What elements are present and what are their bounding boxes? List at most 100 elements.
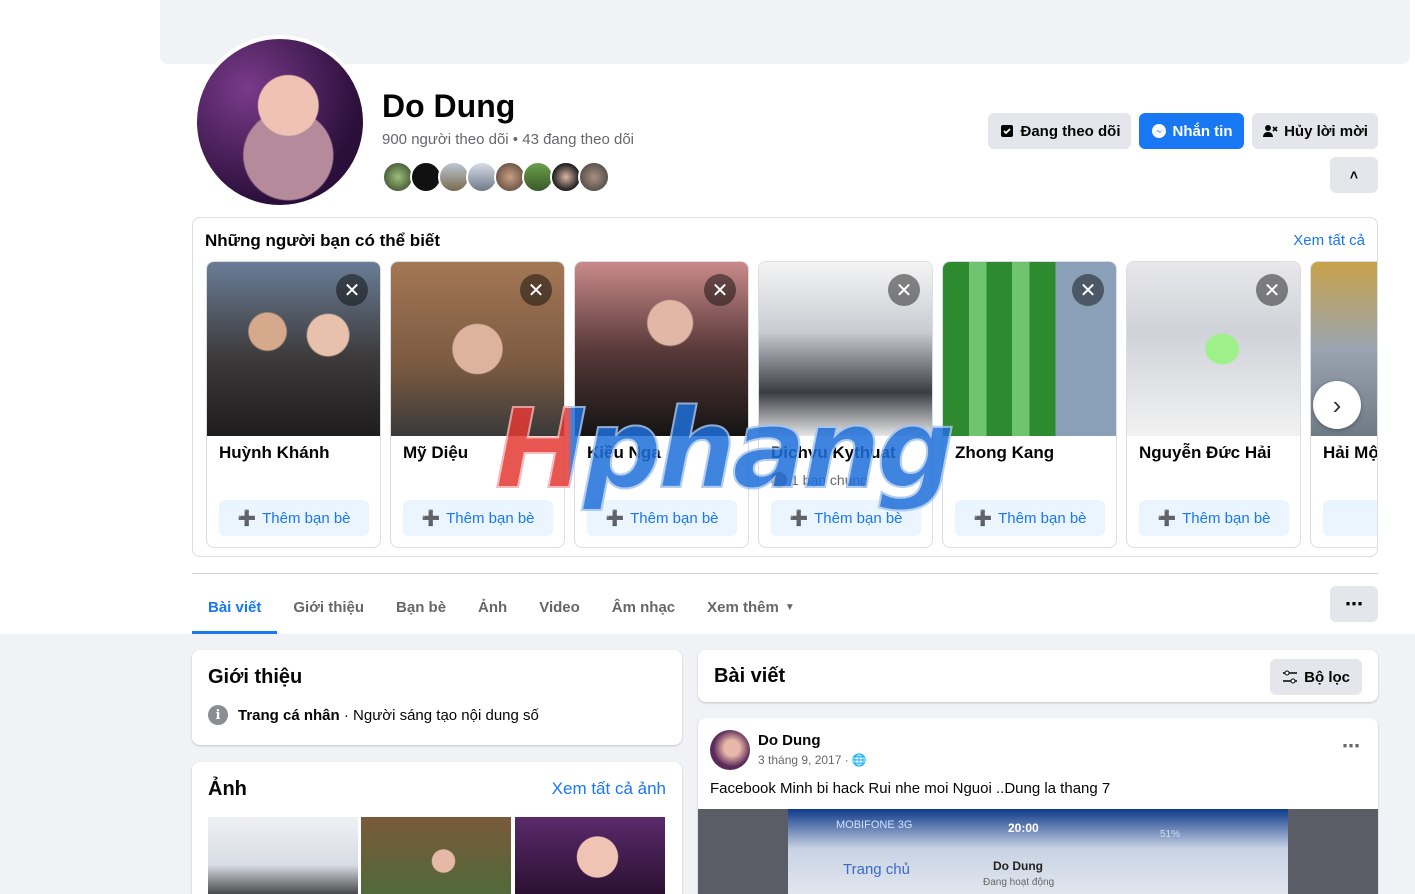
photos-see-all-link[interactable]: Xem tất cả ảnh [552, 779, 666, 799]
chevron-up-icon: ˄ [1349, 167, 1359, 183]
filter-button[interactable]: Bộ lọc [1270, 659, 1362, 695]
user-cancel-icon [1263, 125, 1278, 137]
post-image[interactable]: MOBIFONE 3G 20:00 51% Trang chủ Do Dung … [698, 809, 1378, 894]
profile-avatar[interactable] [193, 35, 367, 209]
tab-more[interactable]: Xem thêm ▼ [691, 580, 811, 634]
add-friend-icon: ➕ [237, 510, 257, 527]
cancel-request-label: Hủy lời mời [1284, 122, 1368, 140]
more-options-button[interactable]: ⋯ [1330, 586, 1378, 622]
post-card: Do Dung 3 tháng 9, 2017 · 🌐 ⋯ Facebook M… [698, 718, 1378, 894]
add-friend-label: Thêm bạn bè [1182, 509, 1271, 527]
add-friend-icon: ➕ [1377, 509, 1378, 527]
pymk-card-name[interactable]: Mỹ Diệu [403, 443, 468, 463]
phone-screenshot: MOBIFONE 3G 20:00 51% Trang chủ Do Dung … [788, 809, 1288, 894]
tab-friends[interactable]: Bạn bè [380, 580, 462, 634]
close-icon[interactable]: ✕ [888, 274, 920, 306]
pymk-card-name[interactable]: Nguyễn Đức Hải [1139, 443, 1271, 463]
photos-title: Ảnh [208, 778, 247, 800]
pymk-card[interactable]: ✕ Zhong Kang ➕ Thêm bạn bè [942, 261, 1117, 548]
posts-header-panel: Bài viết Bộ lọc [698, 650, 1378, 702]
photo-thumbnail[interactable] [515, 817, 665, 894]
add-friend-icon: ➕ [605, 510, 625, 527]
intro-title: Giới thiệu [208, 666, 303, 688]
following-check-icon [1000, 125, 1013, 137]
avatar[interactable] [710, 730, 750, 770]
filter-icon [1283, 670, 1298, 684]
close-icon[interactable]: ✕ [520, 274, 552, 306]
pymk-card-name[interactable]: Hải Mộ [1323, 443, 1377, 463]
info-icon: i [208, 705, 228, 725]
photos-panel: Ảnh Xem tất cả ảnh [192, 762, 682, 894]
collapse-button[interactable]: ˄ [1330, 157, 1378, 193]
message-button[interactable]: Nhắn tin [1139, 113, 1244, 149]
add-friend-button[interactable]: ➕ Thêm bạn bè [1139, 500, 1289, 536]
post-date[interactable]: 3 tháng 9, 2017 · [758, 753, 849, 767]
add-friend-button[interactable]: ➕ Thêm bạn bè [587, 500, 737, 536]
message-label: Nhắn tin [1172, 122, 1233, 140]
close-icon[interactable]: ✕ [1072, 274, 1104, 306]
pymk-card-name[interactable]: Zhong Kang [955, 443, 1054, 463]
pymk-card[interactable]: ✕ Kiều Nga ➕ Thêm bạn bè [574, 261, 749, 548]
pymk-card[interactable]: ✕ Huỳnh Khánh ➕ Thêm bạn bè [206, 261, 381, 548]
pymk-card[interactable]: ✕ Dichvu Kythuat 1 bạn chung ➕ Thêm bạn b… [758, 261, 933, 548]
pymk-card[interactable]: ✕ Nguyễn Đức Hải ➕ Thêm bạn bè [1126, 261, 1301, 548]
pymk-see-all-link[interactable]: Xem tất cả [1293, 232, 1365, 249]
add-friend-button[interactable]: ➕ Thêm bạn bè [403, 500, 553, 536]
divider [192, 573, 1378, 574]
pymk-card-name[interactable]: Dichvu Kythuat [771, 443, 896, 463]
pymk-title: Những người bạn có thể biết [205, 231, 441, 250]
globe-icon: 🌐 [851, 753, 867, 767]
add-friend-label: Thêm bạn bè [446, 509, 535, 527]
chevron-right-icon: › [1332, 389, 1342, 420]
post-meta: 3 tháng 9, 2017 · 🌐 [758, 753, 867, 767]
intro-panel: Giới thiệu i Trang cá nhân · Người sáng … [192, 650, 682, 745]
next-arrow-button[interactable]: › [1313, 381, 1361, 429]
following-button[interactable]: Đang theo dõi [988, 113, 1131, 149]
add-friend-icon: ➕ [421, 510, 441, 527]
image-back-text: Trang chủ [843, 861, 910, 878]
tab-photos[interactable]: Ảnh [462, 580, 523, 634]
tab-videos[interactable]: Video [523, 580, 596, 634]
image-status-text: Đang hoạt động [983, 877, 1055, 888]
add-friend-button[interactable]: ➕ Thêm bạn bè [955, 500, 1105, 536]
tab-music[interactable]: Âm nhạc [596, 580, 691, 634]
profile-tabs: Bài viết Giới thiệu Bạn bè Ảnh Video Âm … [192, 580, 811, 634]
profile-name: Do Dung [382, 88, 516, 124]
intro-profile-type: i Trang cá nhân · Người sáng tạo nội dun… [208, 705, 539, 725]
avatar[interactable] [578, 161, 610, 193]
close-icon[interactable]: ✕ [704, 274, 736, 306]
add-friend-label: Thêm bạn bè [814, 509, 903, 527]
profile-type-rest: · Người sáng tạo nội dung số [339, 706, 539, 724]
image-contact-text: Do Dung [993, 859, 1043, 873]
cover-photo[interactable] [160, 0, 1410, 64]
close-icon[interactable]: ✕ [336, 274, 368, 306]
ellipsis-icon: ⋯ [1345, 593, 1363, 614]
filter-label: Bộ lọc [1304, 668, 1350, 686]
post-options-icon[interactable]: ⋯ [1342, 736, 1360, 757]
cancel-request-button[interactable]: Hủy lời mời [1252, 113, 1378, 149]
mutual-friends-label: 1 bạn chung [791, 472, 869, 488]
photo-thumbnail[interactable] [361, 817, 511, 894]
mutual-friends[interactable]: 1 bạn chung [771, 472, 868, 488]
post-text: Facebook Minh bi hack Rui nhe moi Nguoi … [710, 780, 1111, 797]
tab-more-label: Xem thêm [707, 598, 779, 616]
add-friend-icon: ➕ [1157, 510, 1177, 527]
pymk-card-name[interactable]: Huỳnh Khánh [219, 443, 330, 463]
profile-type-bold: Trang cá nhân [238, 706, 340, 724]
follower-stats[interactable]: 900 người theo dõi • 43 đang theo dõi [382, 131, 634, 148]
following-label: Đang theo dõi [1020, 122, 1121, 140]
pymk-card-name[interactable]: Kiều Nga [587, 443, 661, 463]
add-friend-icon: ➕ [973, 510, 993, 527]
image-carrier-text: MOBIFONE 3G [836, 819, 913, 831]
messenger-icon [1151, 124, 1166, 138]
photo-thumbnail[interactable] [208, 817, 358, 894]
pymk-card[interactable]: ✕ Mỹ Diệu ➕ Thêm bạn bè [390, 261, 565, 548]
profile-type-text: Trang cá nhân · Người sáng tạo nội dung … [238, 707, 539, 724]
add-friend-button[interactable]: ➕ Thêm bạn bè [219, 500, 369, 536]
post-author[interactable]: Do Dung [758, 732, 820, 749]
add-friend-button[interactable]: ➕Th [1323, 500, 1378, 536]
close-icon[interactable]: ✕ [1256, 274, 1288, 306]
tab-posts[interactable]: Bài viết [192, 580, 278, 634]
tab-about[interactable]: Giới thiệu [277, 580, 380, 634]
add-friend-button[interactable]: ➕ Thêm bạn bè [771, 500, 921, 536]
